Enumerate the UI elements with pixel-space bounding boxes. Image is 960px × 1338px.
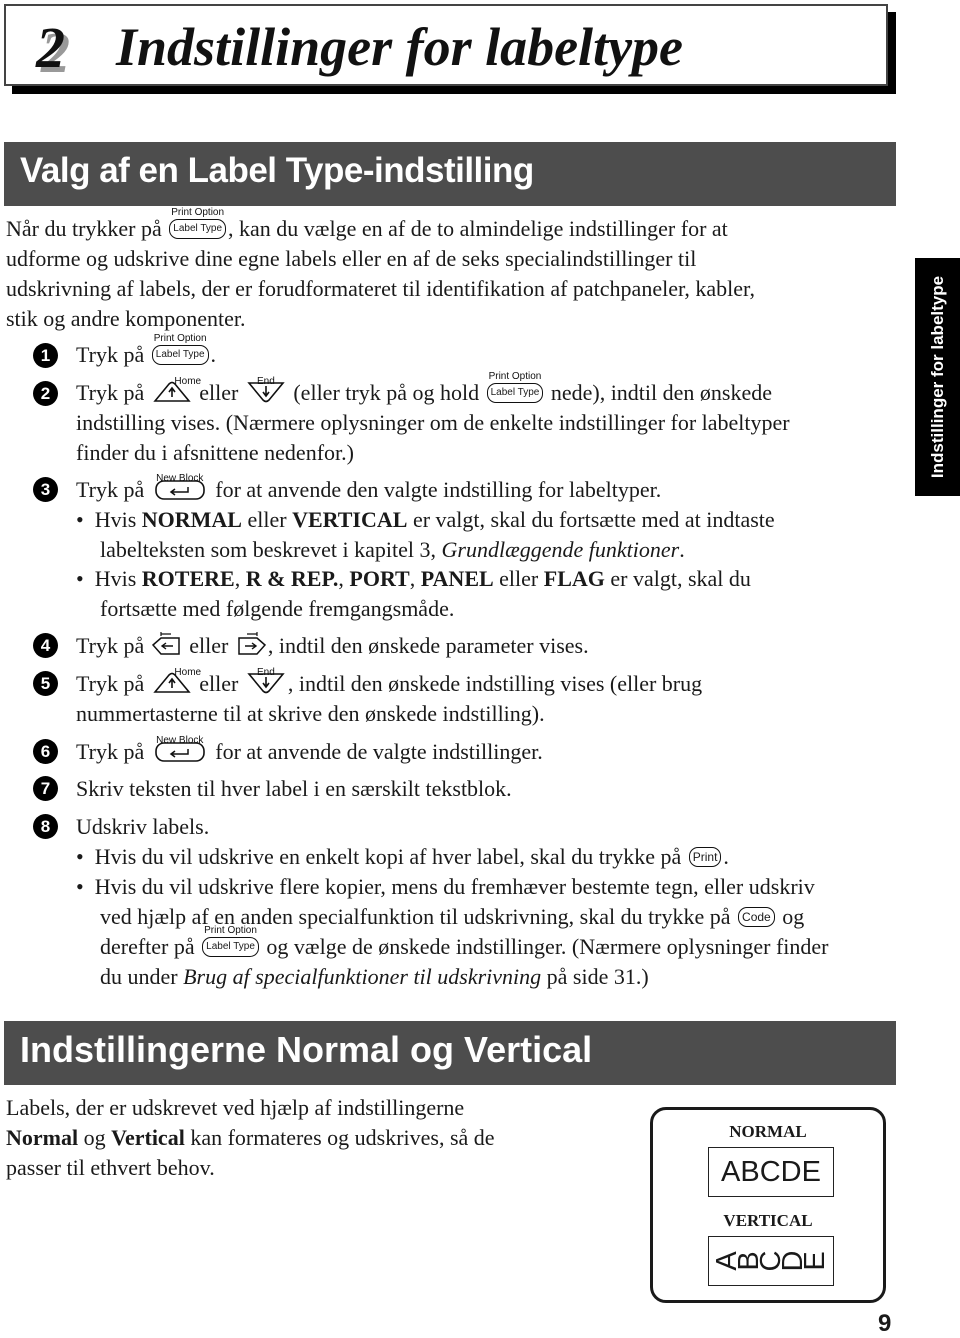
- end-down-arrow-key-icon: End: [246, 376, 286, 404]
- section-2-paragraph: Labels, der er udskrevet ved hjælp af in…: [6, 1095, 495, 1180]
- home-up-arrow-key-icon: Home: [152, 376, 201, 404]
- step-number-5: 5: [33, 671, 58, 696]
- new-block-enter-key-icon: New Block: [154, 473, 206, 501]
- step-number-8: 8: [33, 814, 58, 839]
- step-number-4: 4: [33, 633, 58, 658]
- vertical-sample-letter: E: [799, 1251, 831, 1271]
- right-arrow-key-icon: [235, 631, 267, 656]
- side-tab-label: Indstillinger for labeltype: [927, 275, 947, 479]
- step-number-7: 7: [33, 776, 58, 801]
- normal-sample-label: ABCDE: [708, 1147, 834, 1197]
- vertical-caption: VERTICAL: [723, 1211, 813, 1230]
- new-block-enter-key-icon: New Block: [154, 735, 206, 763]
- key-caption: Print Option: [171, 206, 225, 218]
- section-title: Indstillingerne Normal og Vertical: [20, 1029, 593, 1070]
- step-number-3: 3: [33, 477, 58, 502]
- label-type-key-icon: Print Option Label Type: [486, 371, 544, 403]
- step-number-1: 1: [33, 343, 58, 368]
- step-7: Skriv teksten til hver label i en særski…: [76, 776, 512, 801]
- step-4: Tryk på eller , indtil den ønskede param…: [76, 631, 589, 658]
- intro-line: Når du trykker på Print Option Label Type…: [6, 207, 755, 244]
- print-key-icon: Print: [688, 846, 722, 867]
- chapter-header: 2 Indstillinger for labeltype: [4, 4, 888, 86]
- step-2: Tryk på Home eller End (eller tryk på og…: [76, 370, 790, 465]
- step-3-bullet-2: • Hvis ROTERE, R & REP., PORT, PANEL ell…: [76, 566, 751, 621]
- step-1: Tryk på Print Option Label Type.: [76, 332, 217, 367]
- end-down-arrow-key-icon: End: [246, 667, 286, 695]
- vertical-sample-text: ABCDE: [711, 1237, 831, 1285]
- label-orientation-figure: NORMAL ABCDE VERTICAL ABCDE: [650, 1107, 886, 1303]
- label-type-key-icon: Print Option Label Type: [202, 925, 259, 957]
- left-arrow-key-icon: [151, 631, 183, 656]
- code-key-icon: Code: [738, 906, 775, 927]
- step-8: Udskriv labels.: [76, 814, 210, 839]
- step-number-6: 6: [33, 739, 58, 764]
- step-6: Tryk på New Block for at anvende de valg…: [76, 734, 543, 764]
- label-type-key-icon: Print Option Label Type: [169, 207, 227, 239]
- step-5: Tryk på Home eller End , indtil den ønsk…: [76, 666, 703, 726]
- intro-line: udforme og udskrive dine egne labels ell…: [6, 246, 697, 271]
- chapter-number: 2: [36, 15, 65, 80]
- section-heading-label-type: Valg af en Label Type-indstilling: [4, 142, 896, 206]
- chapter-title: Indstillinger for labeltype: [116, 17, 683, 77]
- home-up-arrow-key-icon: Home: [152, 667, 201, 695]
- intro-paragraph: Når du trykker på Print Option Label Type…: [6, 207, 755, 334]
- page-number: 9: [878, 1310, 892, 1337]
- vertical-sample-label: ABCDE: [708, 1236, 834, 1286]
- step-3-bullet-1: • Hvis NORMAL eller VERTICAL er valgt, s…: [76, 507, 775, 562]
- side-tab: Indstillinger for labeltype: [915, 258, 960, 496]
- label-type-key-icon: Print Option Label Type: [151, 333, 209, 365]
- step-8-bullet-2: • Hvis du vil udskrive flere kopier, men…: [76, 874, 829, 989]
- normal-caption: NORMAL: [729, 1122, 807, 1141]
- section-heading-normal-vertical: Indstillingerne Normal og Vertical: [4, 1021, 896, 1085]
- section-title: Valg af en Label Type-indstilling: [20, 151, 534, 190]
- step-8-bullet-1: • Hvis du vil udskrive en enkelt kopi af…: [76, 844, 729, 869]
- step-3: Tryk på New Block for at anvende den val…: [76, 472, 662, 502]
- intro-line: udskrivning af labels, der er forudforma…: [6, 276, 755, 301]
- step-number-2: 2: [33, 381, 58, 406]
- intro-line: stik og andre komponenter.: [6, 306, 246, 331]
